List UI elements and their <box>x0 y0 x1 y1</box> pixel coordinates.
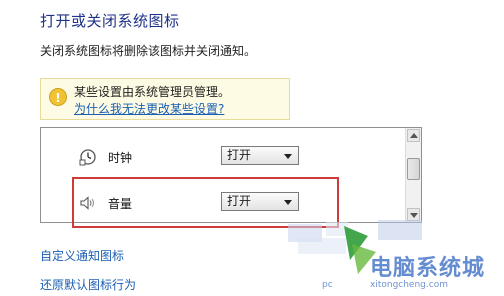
system-icons-list: 时钟 打开 音量 打开 <box>40 127 422 223</box>
arrow-up-icon <box>410 133 418 138</box>
scroll-thumb[interactable] <box>407 158 420 180</box>
restore-default-icon-behaviors-link[interactable]: 还原默认图标行为 <box>40 276 136 293</box>
page-description: 关闭系统图标将删除该图标并关闭通知。 <box>40 44 257 58</box>
clock-label: 时钟 <box>108 151 133 165</box>
volume-dropdown-value: 打开 <box>227 194 252 208</box>
chevron-down-icon <box>284 154 292 159</box>
chevron-down-icon <box>284 200 292 205</box>
shield-info-icon: ! <box>49 88 67 106</box>
watermark-prefix: pc <box>322 280 333 290</box>
scroll-up-button[interactable] <box>407 129 420 142</box>
watermark-url: xitongcheng.com <box>370 280 448 290</box>
list-item-clock: 时钟 打开 <box>41 138 405 178</box>
customize-notification-icons-link[interactable]: 自定义通知图标 <box>40 247 124 264</box>
clock-dropdown-value: 打开 <box>227 148 252 162</box>
clock-icon <box>79 149 96 166</box>
info-bar: ! 某些设置由系统管理员管理。 为什么我无法更改某些设置? <box>40 78 290 120</box>
why-cant-change-link[interactable]: 为什么我无法更改某些设置? <box>74 100 224 117</box>
page-title: 打开或关闭系统图标 <box>40 12 180 30</box>
speaker-icon <box>80 196 94 210</box>
vertical-scrollbar[interactable] <box>405 128 421 222</box>
watermark-brand: 电脑系统城 <box>370 256 486 281</box>
clock-behavior-dropdown[interactable]: 打开 <box>221 146 299 165</box>
info-text: 某些设置由系统管理员管理。 <box>74 85 231 99</box>
volume-label: 音量 <box>108 197 133 211</box>
volume-behavior-dropdown[interactable]: 打开 <box>221 192 299 211</box>
